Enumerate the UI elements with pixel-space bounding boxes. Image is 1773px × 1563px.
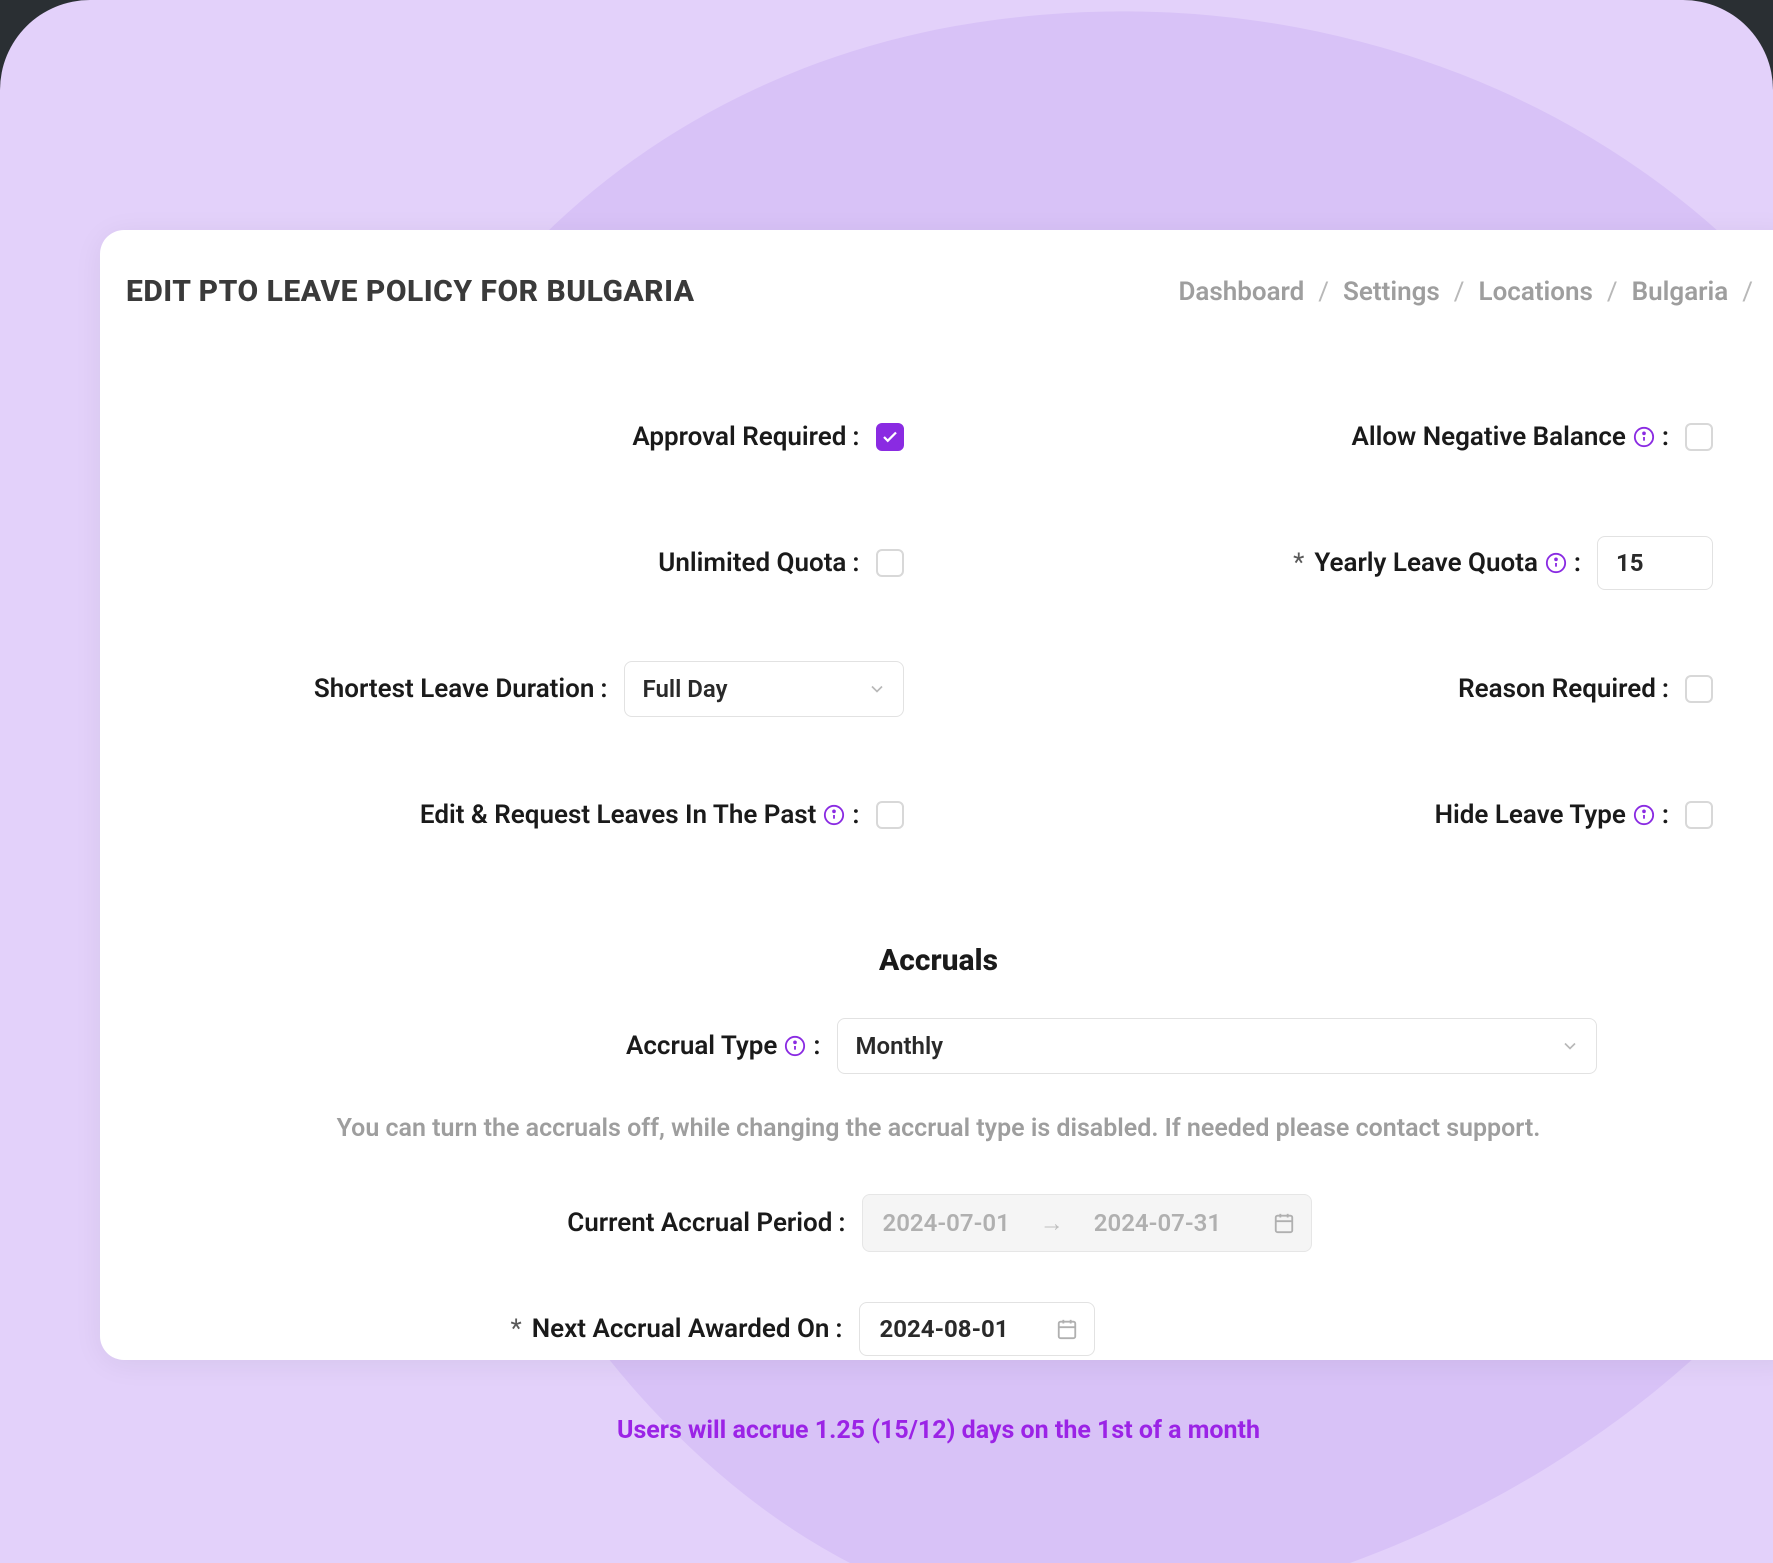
row-current-accrual-period: Current Accrual Period : 2024-07-01 → 20… [164,1194,1713,1252]
label-allow-negative-balance: Allow Negative Balance : [1351,422,1669,452]
row-unlimited-quota: Unlimited Quota : [164,535,904,591]
breadcrumb-sep: / [1454,277,1465,307]
info-icon[interactable] [822,803,846,827]
colon: : [835,1314,842,1344]
calendar-icon [1056,1318,1078,1340]
row-allow-negative-balance: Allow Negative Balance : [974,409,1714,465]
breadcrumb-dashboard[interactable]: Dashboard [1178,277,1304,307]
breadcrumb-locations[interactable]: Locations [1479,277,1593,307]
label-text: Hide Leave Type [1435,800,1626,830]
label-reason-required: Reason Required : [1458,674,1669,704]
label-text: Shortest Leave Duration [314,674,595,704]
chevron-down-icon [867,679,887,699]
breadcrumb: Dashboard / Settings / Locations / Bulga… [1178,277,1753,307]
card-header: EDIT PTO LEAVE POLICY FOR BULGARIA Dashb… [124,274,1753,309]
check-icon [881,428,899,446]
row-edit-past: Edit & Request Leaves In The Past : [164,787,904,843]
accrual-helper-text: You can turn the accruals off, while cha… [164,1114,1713,1144]
label-shortest-leave-duration: Shortest Leave Duration : [314,674,608,704]
required-asterisk: * [511,1314,522,1344]
select-accrual-type[interactable]: Monthly [837,1018,1597,1074]
date-start: 2024-07-01 [883,1209,1010,1237]
label-hide-leave-type: Hide Leave Type : [1435,800,1669,830]
colon: : [600,674,607,704]
label-edit-past: Edit & Request Leaves In The Past : [420,800,860,830]
label-current-accrual-period: Current Accrual Period : [306,1208,846,1238]
form-grid: Approval Required : Allow Negative Balan… [124,409,1753,1445]
colon: : [813,1031,820,1061]
label-text: Current Accrual Period [567,1208,832,1238]
colon: : [852,800,859,830]
label-approval-required: Approval Required : [632,422,859,452]
breadcrumb-sep: / [1742,277,1753,307]
label-unlimited-quota: Unlimited Quota : [658,548,859,578]
row-hide-leave-type: Hide Leave Type : [974,787,1714,843]
calendar-icon [1273,1212,1295,1234]
info-icon[interactable] [1632,425,1656,449]
checkbox-approval-required[interactable] [876,423,904,451]
policy-card: EDIT PTO LEAVE POLICY FOR BULGARIA Dashb… [100,230,1773,1360]
breadcrumb-settings[interactable]: Settings [1343,277,1440,307]
section-title-accruals: Accruals [164,943,1713,978]
date-end: 2024-07-31 [1094,1209,1221,1237]
label-text: Accrual Type [626,1031,777,1061]
colon: : [1662,422,1669,452]
select-value: Monthly [856,1032,944,1060]
info-icon[interactable] [1544,551,1568,575]
page-title: EDIT PTO LEAVE POLICY FOR BULGARIA [126,274,695,309]
colon: : [852,548,859,578]
colon: : [838,1208,845,1238]
label-text: Edit & Request Leaves In The Past [420,800,817,830]
breadcrumb-sep: / [1607,277,1618,307]
input-current-accrual-period: 2024-07-01 → 2024-07-31 [862,1194,1312,1252]
input-next-accrual-awarded[interactable]: 2024-08-01 [859,1302,1095,1356]
row-approval-required: Approval Required : [164,409,904,465]
required-asterisk: * [1293,548,1304,578]
checkbox-unlimited-quota[interactable] [876,549,904,577]
label-text: Reason Required [1458,674,1656,704]
breadcrumb-bulgaria[interactable]: Bulgaria [1632,277,1729,307]
label-text: Unlimited Quota [658,548,846,578]
colon: : [1662,674,1669,704]
row-shortest-leave-duration: Shortest Leave Duration : Full Day [164,661,904,717]
accrual-note: Users will accrue 1.25 (15/12) days on t… [164,1416,1713,1445]
checkbox-allow-negative-balance[interactable] [1685,423,1713,451]
checkbox-edit-past[interactable] [876,801,904,829]
label-text: Next Accrual Awarded On [532,1314,830,1344]
breadcrumb-sep: / [1318,277,1329,307]
info-icon[interactable] [783,1034,807,1058]
row-next-accrual-awarded: * Next Accrual Awarded On : 2024-08-01 [164,1302,1713,1356]
chevron-down-icon [1560,1036,1580,1056]
arrow-right-icon: → [1040,1209,1064,1238]
label-text: Yearly Leave Quota [1314,548,1538,578]
row-yearly-leave-quota: * Yearly Leave Quota : 15 [974,535,1714,591]
colon: : [1574,548,1581,578]
label-text: Allow Negative Balance [1351,422,1625,452]
row-accrual-type: Accrual Type : Monthly [164,1018,1713,1074]
checkbox-reason-required[interactable] [1685,675,1713,703]
row-reason-required: Reason Required : [974,661,1714,717]
info-icon[interactable] [1632,803,1656,827]
label-text: Approval Required [632,422,846,452]
colon: : [1662,800,1669,830]
label-accrual-type: Accrual Type : [281,1031,821,1061]
select-value: Full Day [643,675,728,703]
label-yearly-leave-quota: * Yearly Leave Quota : [1293,548,1581,578]
app-background: EDIT PTO LEAVE POLICY FOR BULGARIA Dashb… [0,0,1773,1563]
label-next-accrual-awarded: * Next Accrual Awarded On : [303,1314,843,1344]
input-yearly-leave-quota[interactable]: 15 [1597,536,1713,590]
colon: : [852,422,859,452]
input-value: 15 [1616,549,1644,577]
select-shortest-leave-duration[interactable]: Full Day [624,661,904,717]
date-value: 2024-08-01 [880,1315,1009,1343]
checkbox-hide-leave-type[interactable] [1685,801,1713,829]
